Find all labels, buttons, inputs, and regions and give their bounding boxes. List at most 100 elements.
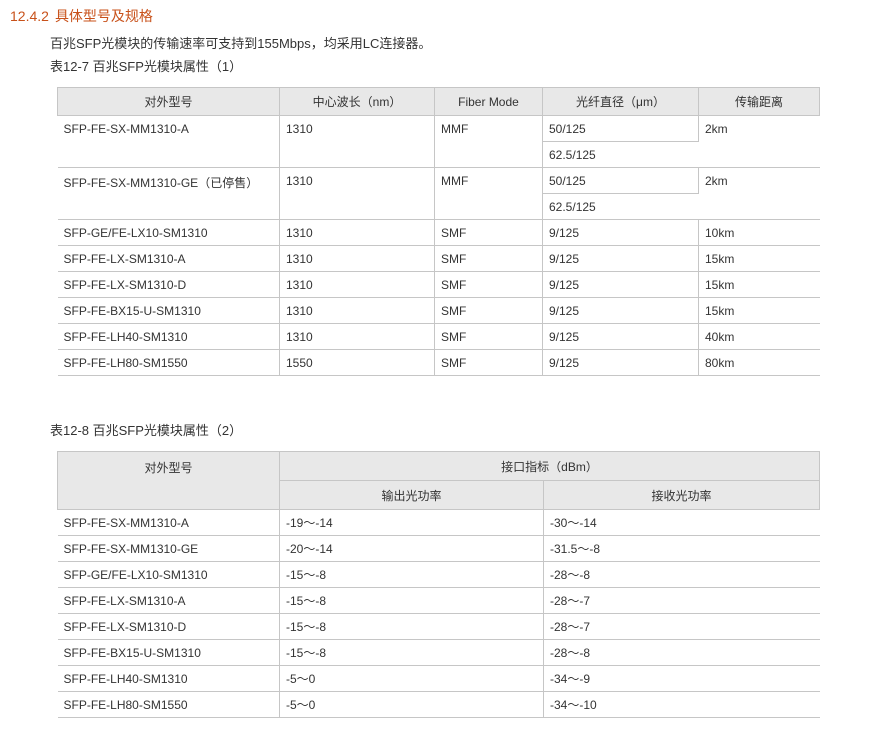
model-cell: SFP-FE-SX-MM1310-A — [57, 115, 280, 168]
fiber-mode-cell: SMF — [434, 323, 543, 350]
section-intro: 百兆SFP光模块的传输速率可支持到155Mbps，均采用LC连接器。 — [50, 36, 432, 51]
fiber-mode-cell: SMF — [434, 245, 543, 272]
wavelength-cell: 1310 — [279, 167, 435, 220]
section-heading: 12.4.2 具体型号及规格 — [10, 6, 153, 26]
table1-caption: 表12-7 百兆SFP光模块属性（1） — [50, 59, 243, 74]
distance-cell: 40km — [698, 323, 820, 350]
model-cell: SFP-FE-LH80-SM1550 — [57, 349, 280, 376]
diameter-cell: 9/125 — [542, 245, 699, 272]
table1-header-fiber-mode: Fiber Mode — [434, 87, 543, 116]
table2-header-interface: 接口指标（dBm） — [279, 451, 820, 481]
model-cell: SFP-FE-LX-SM1310-D — [57, 271, 280, 298]
distance-cell: 10km — [698, 219, 820, 246]
table2-header-tx-power: 输出光功率 — [279, 480, 544, 510]
table-row: SFP-FE-LH40-SM1310 -5～0 -34～-9 — [57, 665, 820, 692]
section-title: 具体型号及规格 — [54, 8, 153, 24]
table-row: SFP-FE-BX15-U-SM1310 1310 SMF 9/125 15km — [57, 297, 820, 324]
rx-power-cell: -34～-10 — [543, 691, 820, 718]
distance-cell: 2km — [698, 167, 820, 220]
tx-power-cell: -5～0 — [279, 691, 544, 718]
tx-power-cell: -5～0 — [279, 665, 544, 692]
model-cell: SFP-FE-BX15-U-SM1310 — [57, 639, 280, 666]
fiber-mode-cell: MMF — [434, 167, 543, 220]
fiber-mode-cell: SMF — [434, 349, 543, 376]
section-number: 12.4.2 — [10, 8, 49, 24]
rx-power-cell: -30～-14 — [543, 509, 820, 536]
model-cell: SFP-FE-LH40-SM1310 — [57, 665, 280, 692]
model-cell: SFP-GE/FE-LX10-SM1310 — [57, 219, 280, 246]
distance-cell: 80km — [698, 349, 820, 376]
table2-header-model: 对外型号 — [57, 451, 280, 510]
table1-header-wavelength: 中心波长（nm） — [279, 87, 435, 116]
table1-header-diameter: 光纤直径（μm） — [542, 87, 699, 116]
diameter-cell: 9/125 — [542, 219, 699, 246]
table2-caption: 表12-8 百兆SFP光模块属性（2） — [50, 423, 243, 438]
diameter-cell: 9/125 — [542, 349, 699, 376]
table-row: SFP-FE-SX-MM1310-GE（已停售） 1310 MMF 50/125… — [57, 167, 820, 220]
model-cell: SFP-FE-SX-MM1310-GE — [57, 535, 280, 562]
table-row: SFP-FE-LH40-SM1310 1310 SMF 9/125 40km — [57, 323, 820, 350]
model-cell: SFP-FE-SX-MM1310-GE（已停售） — [57, 167, 280, 220]
diameter-cell: 62.5/125 — [542, 141, 699, 168]
distance-cell: 15km — [698, 271, 820, 298]
distance-cell: 15km — [698, 245, 820, 272]
tx-power-cell: -15～-8 — [279, 561, 544, 588]
wavelength-cell: 1310 — [279, 297, 435, 324]
table-row: SFP-FE-LX-SM1310-D -15～-8 -28～-7 — [57, 613, 820, 640]
table-row: SFP-GE/FE-LX10-SM1310 -15～-8 -28～-8 — [57, 561, 820, 588]
table-row: SFP-FE-LX-SM1310-A 1310 SMF 9/125 15km — [57, 245, 820, 272]
wavelength-cell: 1310 — [279, 219, 435, 246]
diameter-cell: 50/125 — [542, 167, 699, 194]
fiber-mode-cell: SMF — [434, 271, 543, 298]
rx-power-cell: -28～-8 — [543, 561, 820, 588]
table-row: SFP-FE-LH80-SM1550 1550 SMF 9/125 80km — [57, 349, 820, 376]
wavelength-cell: 1310 — [279, 271, 435, 298]
rx-power-cell: -28～-8 — [543, 639, 820, 666]
wavelength-cell: 1310 — [279, 323, 435, 350]
tx-power-cell: -15～-8 — [279, 613, 544, 640]
distance-cell: 2km — [698, 115, 820, 168]
rx-power-cell: -28～-7 — [543, 587, 820, 614]
model-cell: SFP-FE-LX-SM1310-A — [57, 587, 280, 614]
model-cell: SFP-FE-LH80-SM1550 — [57, 691, 280, 718]
tx-power-cell: -20～-14 — [279, 535, 544, 562]
table1-header-distance: 传输距离 — [698, 87, 820, 116]
wavelength-cell: 1310 — [279, 115, 435, 168]
fiber-mode-cell: SMF — [434, 297, 543, 324]
diameter-cell: 50/125 — [542, 115, 699, 142]
rx-power-cell: -28～-7 — [543, 613, 820, 640]
distance-cell: 15km — [698, 297, 820, 324]
table2-header-rx-power: 接收光功率 — [543, 480, 820, 510]
fiber-mode-cell: MMF — [434, 115, 543, 168]
wavelength-cell: 1550 — [279, 349, 435, 376]
sfp-property-table-2: 对外型号 接口指标（dBm） 输出光功率 接收光功率 SFP-FE-SX-MM1… — [57, 451, 820, 718]
table-row: SFP-FE-SX-MM1310-A -19～-14 -30～-14 — [57, 509, 820, 536]
model-cell: SFP-FE-LX-SM1310-A — [57, 245, 280, 272]
model-cell: SFP-FE-LH40-SM1310 — [57, 323, 280, 350]
table-row: SFP-FE-LH80-SM1550 -5～0 -34～-10 — [57, 691, 820, 718]
table2-header-row: 对外型号 接口指标（dBm） — [57, 451, 820, 510]
table-row: SFP-FE-LX-SM1310-A -15～-8 -28～-7 — [57, 587, 820, 614]
tx-power-cell: -15～-8 — [279, 639, 544, 666]
wavelength-cell: 1310 — [279, 245, 435, 272]
table-row: SFP-FE-SX-MM1310-GE -20～-14 -31.5～-8 — [57, 535, 820, 562]
table1-header-model: 对外型号 — [57, 87, 280, 116]
sfp-property-table-1: 对外型号 中心波长（nm） Fiber Mode 光纤直径（μm） 传输距离 S… — [57, 87, 820, 376]
table-row: SFP-GE/FE-LX10-SM1310 1310 SMF 9/125 10k… — [57, 219, 820, 246]
table-row: SFP-FE-SX-MM1310-A 1310 MMF 50/125 2km — [57, 115, 820, 168]
tx-power-cell: -19～-14 — [279, 509, 544, 536]
table1-header-row: 对外型号 中心波长（nm） Fiber Mode 光纤直径（μm） 传输距离 — [57, 87, 820, 116]
diameter-cell: 9/125 — [542, 297, 699, 324]
model-cell: SFP-FE-SX-MM1310-A — [57, 509, 280, 536]
rx-power-cell: -34～-9 — [543, 665, 820, 692]
diameter-cell: 9/125 — [542, 323, 699, 350]
model-cell: SFP-FE-LX-SM1310-D — [57, 613, 280, 640]
table-row: SFP-FE-LX-SM1310-D 1310 SMF 9/125 15km — [57, 271, 820, 298]
rx-power-cell: -31.5～-8 — [543, 535, 820, 562]
fiber-mode-cell: SMF — [434, 219, 543, 246]
model-cell: SFP-GE/FE-LX10-SM1310 — [57, 561, 280, 588]
tx-power-cell: -15～-8 — [279, 587, 544, 614]
model-cell: SFP-FE-BX15-U-SM1310 — [57, 297, 280, 324]
table-row: SFP-FE-BX15-U-SM1310 -15～-8 -28～-8 — [57, 639, 820, 666]
diameter-cell: 9/125 — [542, 271, 699, 298]
